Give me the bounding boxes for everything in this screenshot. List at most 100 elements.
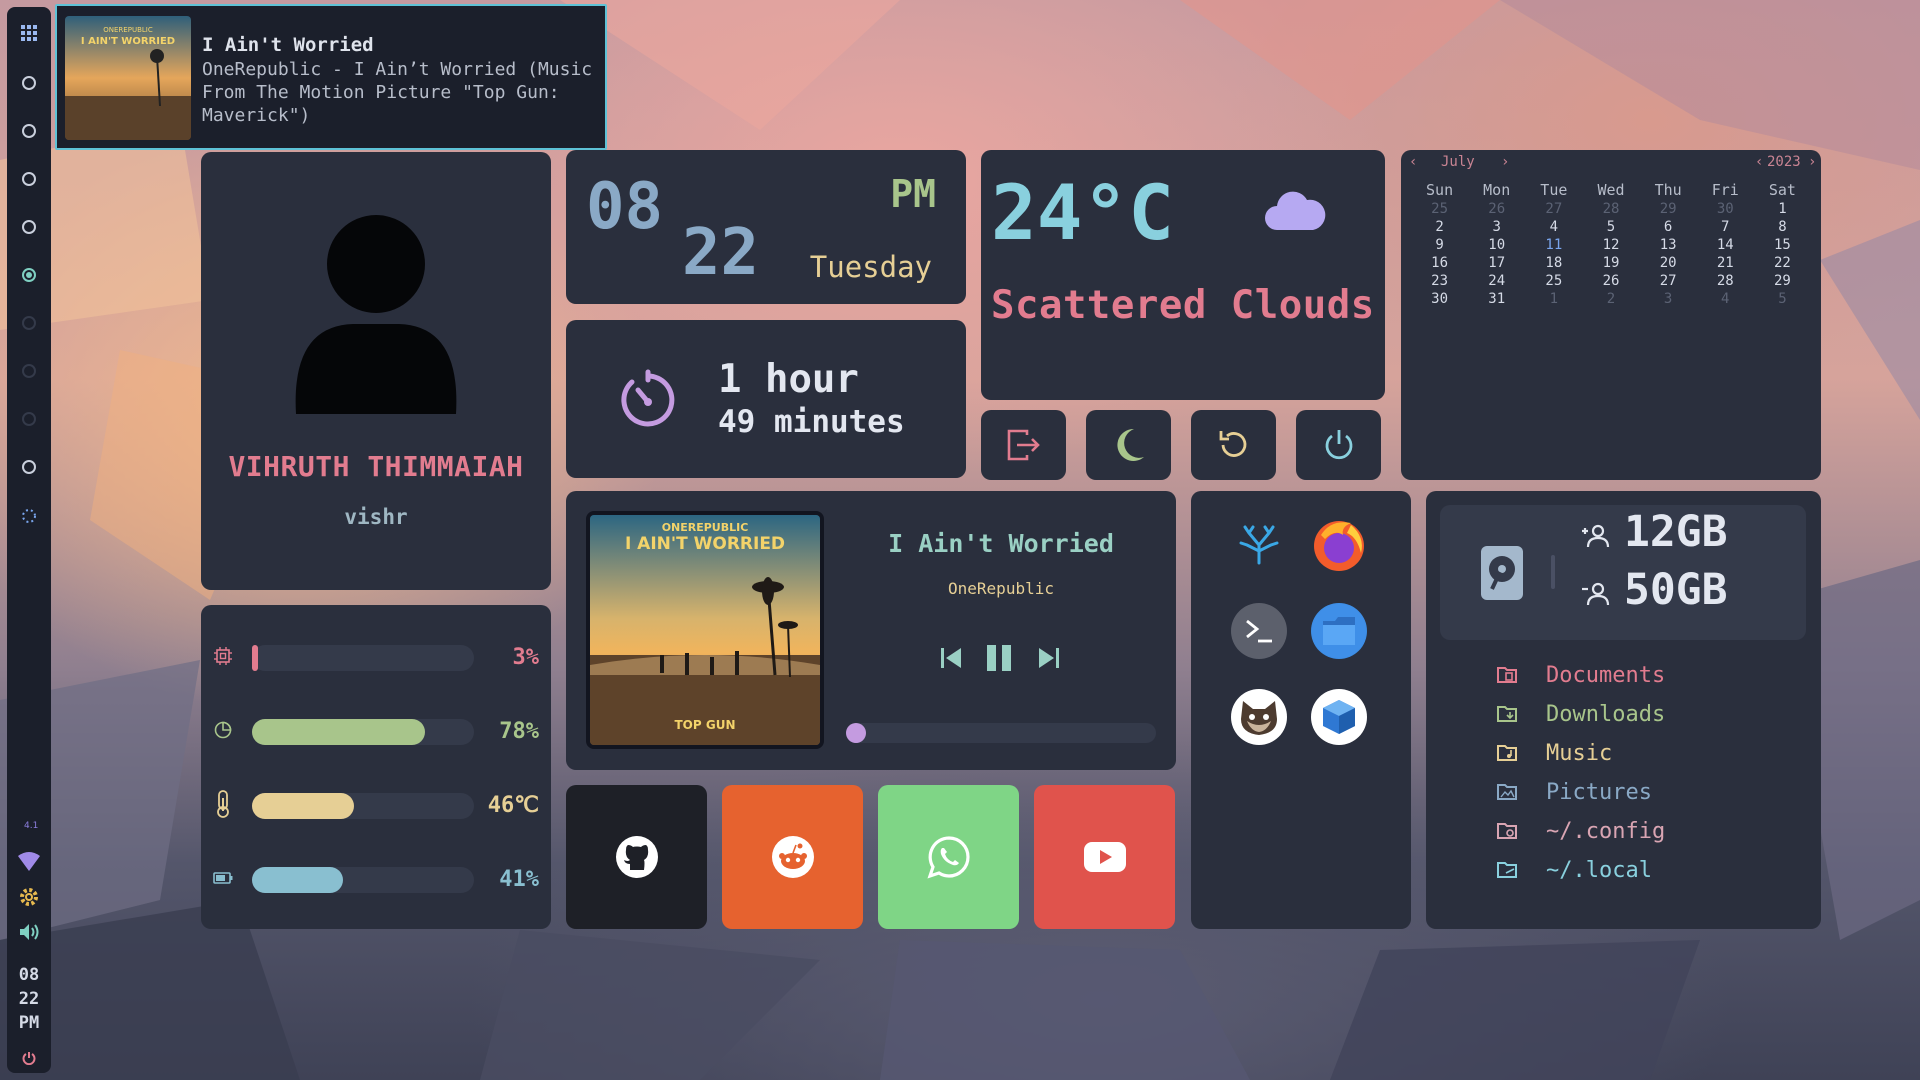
calendar-weekday-header: Mon [1483, 181, 1511, 199]
calendar-day[interactable]: 3 [1640, 291, 1697, 308]
calendar-day[interactable]: 6 [1640, 219, 1697, 236]
youtube-button[interactable] [1034, 785, 1175, 929]
calendar-day[interactable]: 5 [1582, 219, 1639, 236]
calendar-day[interactable]: 26 [1468, 201, 1525, 218]
folder-local[interactable]: ~/.local [1496, 856, 1796, 884]
calendar-day[interactable]: 10 [1468, 237, 1525, 254]
hard-disk-icon [1481, 546, 1523, 600]
folder-downloads[interactable]: Downloads [1496, 700, 1796, 728]
track-progress-bar[interactable] [846, 723, 1156, 743]
calendar-day[interactable]: 9 [1411, 237, 1468, 254]
calendar-day[interactable]: 4 [1525, 219, 1582, 236]
calendar-next-year[interactable]: › [1808, 154, 1816, 170]
calendar-day[interactable]: 28 [1582, 201, 1639, 218]
folder-pictures[interactable]: Pictures [1496, 778, 1796, 806]
calendar-day[interactable]: 25 [1411, 201, 1468, 218]
github-button[interactable] [566, 785, 707, 929]
calendar-day[interactable]: 2 [1582, 291, 1639, 308]
folder-config[interactable]: ~/.config [1496, 817, 1796, 845]
calendar-day[interactable]: 29 [1754, 273, 1811, 290]
calendar-day[interactable]: 8 [1754, 219, 1811, 236]
terminal-icon [1246, 619, 1272, 643]
calendar-day[interactable]: 23 [1411, 273, 1468, 290]
calendar-day[interactable]: 20 [1640, 255, 1697, 272]
folder-music[interactable]: Music [1496, 739, 1796, 767]
calendar-day[interactable]: 3 [1468, 219, 1525, 236]
calendar-day[interactable]: 1 [1754, 201, 1811, 218]
calendar-day[interactable]: 25 [1525, 273, 1582, 290]
whatsapp-button[interactable] [878, 785, 1019, 929]
calendar-day[interactable]: 14 [1697, 237, 1754, 254]
calendar-day[interactable]: 11 [1525, 237, 1582, 254]
previous-track-button[interactable] [936, 643, 966, 673]
firefox-launcher[interactable] [1311, 517, 1367, 573]
calendar-day[interactable]: 7 [1697, 219, 1754, 236]
calendar-day[interactable]: 31 [1468, 291, 1525, 308]
calendar-day[interactable]: 22 [1754, 255, 1811, 272]
play-pause-button[interactable] [984, 643, 1014, 673]
memory-usage-bar [252, 719, 474, 745]
calendar-day[interactable]: 29 [1640, 201, 1697, 218]
folder-config-icon [1497, 823, 1517, 839]
logout-button[interactable] [981, 410, 1066, 480]
calendar-day[interactable]: 27 [1640, 273, 1697, 290]
calendar-card: ‹ July › ‹ 2023 › Sun Mon Tue Wed Thu Fri Sat 2… [1401, 150, 1821, 480]
calendar-day[interactable]: 15 [1754, 237, 1811, 254]
svg-text:I AIN'T WORRIED: I AIN'T WORRIED [81, 36, 175, 47]
next-track-button[interactable] [1034, 643, 1064, 673]
calendar-day[interactable]: 30 [1697, 201, 1754, 218]
calendar-day[interactable]: 18 [1525, 255, 1582, 272]
folder-documents[interactable]: Documents [1496, 661, 1796, 689]
temperature-bar [252, 793, 474, 819]
workspace-7[interactable] [7, 361, 51, 381]
workspace-6[interactable] [7, 313, 51, 333]
calendar-prev-month[interactable]: ‹ [1409, 154, 1417, 170]
workspace-indicator-active [22, 268, 36, 282]
calendar-day[interactable]: 28 [1697, 273, 1754, 290]
virtualbox-launcher[interactable] [1311, 689, 1367, 745]
workspace-1[interactable] [7, 73, 51, 93]
calendar-day[interactable]: 19 [1582, 255, 1639, 272]
workspace-4[interactable] [7, 217, 51, 237]
wifi-icon[interactable] [7, 851, 51, 873]
sleep-button[interactable] [1086, 410, 1171, 480]
calendar-next-month[interactable]: › [1501, 154, 1509, 170]
volume-icon[interactable] [7, 921, 51, 943]
calendar-day[interactable]: 24 [1468, 273, 1525, 290]
calendar-day[interactable]: 17 [1468, 255, 1525, 272]
gimp-launcher[interactable] [1231, 689, 1287, 745]
calendar-day[interactable]: 2 [1411, 219, 1468, 236]
vscodium-launcher[interactable] [1231, 517, 1287, 573]
night-light-icon[interactable]: 4.1 [7, 819, 51, 841]
app-launcher-button[interactable] [7, 21, 51, 45]
power-icon[interactable] [7, 1049, 51, 1067]
workspace-indicator [22, 220, 36, 234]
album-art-title: I AIN'T WORRIED [625, 534, 785, 554]
files-launcher[interactable] [1311, 603, 1367, 659]
calendar-day[interactable]: 1 [1525, 291, 1582, 308]
calendar-day[interactable]: 13 [1640, 237, 1697, 254]
reddit-icon [771, 836, 814, 878]
uptime-minutes: 49 minutes [718, 404, 905, 440]
terminal-launcher[interactable] [1231, 603, 1287, 659]
settings-gear-icon[interactable] [7, 885, 51, 909]
calendar-prev-year[interactable]: ‹ [1755, 154, 1763, 170]
reddit-button[interactable] [722, 785, 863, 929]
calendar-day[interactable]: 5 [1754, 291, 1811, 308]
workspace-3[interactable] [7, 169, 51, 189]
calendar-day[interactable]: 16 [1411, 255, 1468, 272]
calendar-day[interactable]: 27 [1525, 201, 1582, 218]
calendar-day[interactable]: 30 [1411, 291, 1468, 308]
reboot-button[interactable] [1191, 410, 1276, 480]
track-progress-handle[interactable] [846, 723, 866, 743]
workspace-8[interactable] [7, 409, 51, 429]
workspace-5[interactable] [7, 265, 51, 285]
calendar-day[interactable]: 21 [1697, 255, 1754, 272]
calendar-day[interactable]: 12 [1582, 237, 1639, 254]
music-notification[interactable]: ONEREPUBLIC I AIN'T WORRIED I Ain't Worr… [55, 4, 607, 150]
workspace-2[interactable] [7, 121, 51, 141]
shutdown-button[interactable] [1296, 410, 1381, 480]
calendar-day[interactable]: 4 [1697, 291, 1754, 308]
calendar-day[interactable]: 26 [1582, 273, 1639, 290]
workspace-9[interactable] [7, 457, 51, 477]
